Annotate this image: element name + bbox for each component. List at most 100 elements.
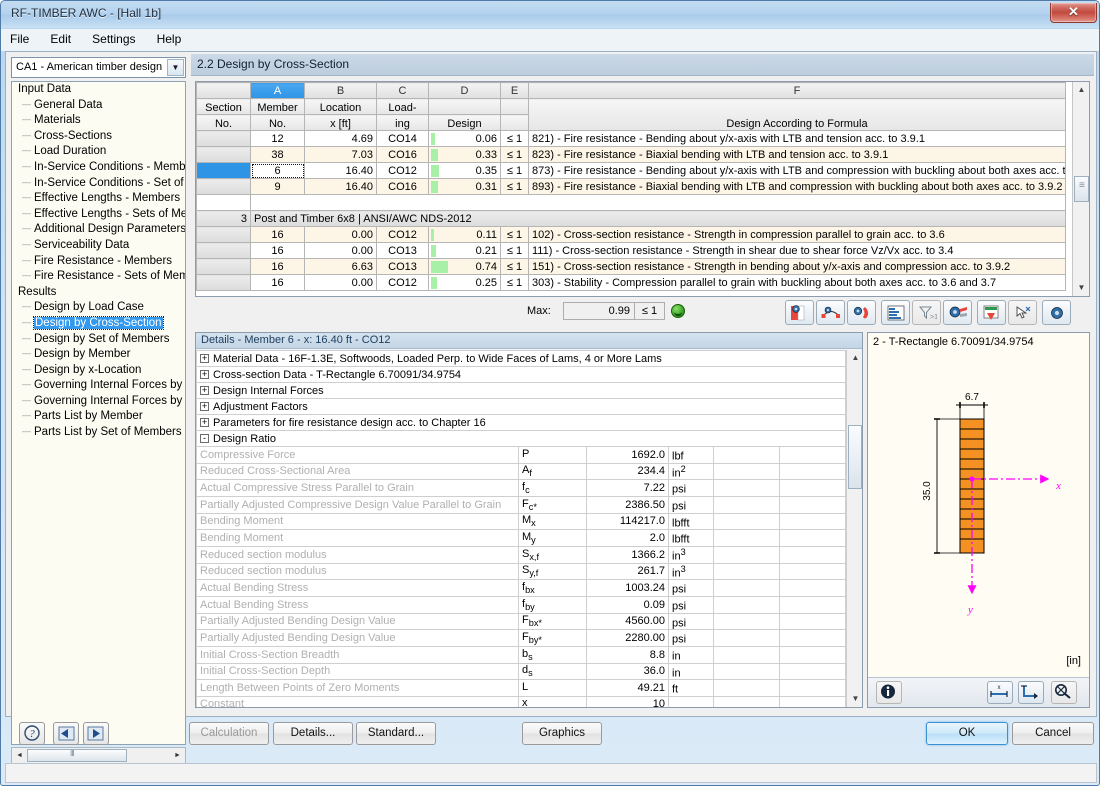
sidebar-item-cross-sections[interactable]: Cross-Sections <box>12 128 185 145</box>
dimension-x-button[interactable]: x <box>987 681 1013 704</box>
graphics-button[interactable]: Graphics <box>522 722 602 745</box>
cell-section-no[interactable] <box>196 258 251 275</box>
sidebar-item-in-service-conditions-set[interactable]: In-Service Conditions - Set of M <box>12 175 185 192</box>
table-row[interactable]: 6 16.40 CO12 0.35 ≤ 1 873) - Fire resist… <box>196 162 1066 179</box>
cell-location[interactable]: 4.69 <box>304 130 377 147</box>
details-group-cell[interactable]: + Parameters for fire resistance design a… <box>196 414 847 431</box>
cell-member-no[interactable]: 16 <box>250 242 305 259</box>
expander-icon[interactable]: + <box>200 354 209 364</box>
details-row[interactable]: Compressive Force P 1692.0 lbf <box>196 446 847 464</box>
sidebar-item-general-data[interactable]: General Data <box>12 97 185 114</box>
details-row[interactable]: Reduced section modulus Sx,f 1366.2 in3 <box>196 545 847 564</box>
details-row[interactable]: Bending Moment Mx 114217.0 lbfft <box>196 512 847 531</box>
cell-section-no[interactable] <box>196 162 251 179</box>
menu-file[interactable]: File <box>1 29 38 49</box>
details-group-row[interactable]: - Design Ratio <box>196 430 847 447</box>
cell-design[interactable]: 0.25 <box>428 274 501 291</box>
cell-location[interactable]: 6.63 <box>304 258 377 275</box>
details-group-cell[interactable]: + Adjustment Factors <box>196 398 847 415</box>
details-row[interactable]: Reduced Cross-Sectional Area Af 234.4 in2 <box>196 462 847 481</box>
sidebar-item-design-by-cross-section[interactable]: Design by Cross-Section <box>12 315 185 332</box>
cell-loading[interactable]: CO16 <box>376 178 429 195</box>
help-button[interactable]: ? <box>19 722 45 745</box>
table-row[interactable]: 38 7.03 CO16 0.33 ≤ 1 823) - Fire resist… <box>196 146 1066 163</box>
info-button[interactable] <box>876 681 902 704</box>
details-group-row[interactable]: + Design Internal Forces <box>196 382 847 399</box>
details-row[interactable]: Initial Cross-Section Depth ds 36.0 in <box>196 662 847 681</box>
table-row[interactable]: 9 16.40 CO16 0.31 ≤ 1 893) - Fire resist… <box>196 178 1066 195</box>
dimension-offset-button[interactable] <box>1018 681 1044 704</box>
result-diagram-button[interactable] <box>816 300 845 325</box>
sidebar-item-fire-resistance-sets[interactable]: Fire Resistance - Sets of Membe <box>12 268 185 285</box>
sidebar-item-parts-list-by-set-of-members[interactable]: Parts List by Set of Members <box>12 424 185 441</box>
details-group-row[interactable]: + Cross-section Data - T-Rectangle 6.7009… <box>196 366 847 383</box>
cell-location[interactable]: 16.40 <box>304 162 377 179</box>
visibility-button[interactable] <box>943 300 972 325</box>
cell-loading[interactable]: CO14 <box>376 130 429 147</box>
table-row[interactable]: 16 0.00 CO12 0.25 ≤ 1 303) - Stability -… <box>196 274 1066 291</box>
cell-design[interactable]: 0.21 <box>428 242 501 259</box>
cell-design[interactable]: 0.33 <box>428 146 501 163</box>
fire-design-button[interactable] <box>847 300 876 325</box>
cell-section-no[interactable] <box>196 274 251 291</box>
cell-section-no[interactable]: 3 <box>196 210 251 227</box>
cell-location[interactable]: 0.00 <box>304 274 377 291</box>
details-group-row[interactable]: + Parameters for fire resistance design a… <box>196 414 847 431</box>
table-row[interactable]: 16 0.00 CO13 0.21 ≤ 1 111) - Cross-secti… <box>196 242 1066 259</box>
details-group-cell[interactable]: - Design Ratio <box>196 430 847 447</box>
sidebar-item-governing-internal-forces-by-member[interactable]: Governing Internal Forces by M <box>12 377 185 394</box>
cell-member-no[interactable]: 16 <box>250 274 305 291</box>
sidebar-item-design-by-load-case[interactable]: Design by Load Case <box>12 299 185 316</box>
cross-section-graphics-panel[interactable]: 2 - T-Rectangle 6.70091/34.9754 6.7 35.0… <box>867 332 1090 708</box>
cell-location[interactable]: 7.03 <box>304 146 377 163</box>
standard-button[interactable]: Standard... <box>356 722 436 745</box>
table-row[interactable]: 16 6.63 CO13 0.74 ≤ 1 151) - Cross-secti… <box>196 258 1066 275</box>
cell-location[interactable]: 0.00 <box>304 226 377 243</box>
col-letter-c[interactable]: C <box>376 82 429 99</box>
close-button[interactable]: ✕ <box>1050 3 1097 23</box>
details-row[interactable]: Reduced section modulus Sy,f 261.7 in3 <box>196 562 847 581</box>
details-group-cell[interactable]: + Material Data - 16F-1.3E, Softwoods, Lo… <box>196 350 847 367</box>
cell-section-no[interactable] <box>196 130 251 147</box>
cell-loading[interactable]: CO13 <box>376 242 429 259</box>
table-row[interactable]: 12 4.69 CO14 0.06 ≤ 1 821) - Fire resist… <box>196 130 1066 147</box>
cell-design[interactable]: 0.06 <box>428 130 501 147</box>
col-letter-f[interactable]: F <box>528 82 1066 99</box>
cell-loading[interactable]: CO13 <box>376 258 429 275</box>
expander-icon[interactable]: + <box>200 418 209 428</box>
details-row[interactable]: Partially Adjusted Compressive Design Va… <box>196 495 847 514</box>
cell-section-no[interactable] <box>196 226 251 243</box>
sidebar-item-additional-design-parameters[interactable]: Additional Design Parameters <box>12 221 185 238</box>
sidebar-item-fire-resistance-members[interactable]: Fire Resistance - Members <box>12 253 185 270</box>
expander-icon[interactable]: - <box>200 434 209 444</box>
details-row[interactable]: Actual Compressive Stress Parallel to Gr… <box>196 479 847 497</box>
col-letter-e[interactable]: E <box>500 82 529 99</box>
filter-button[interactable]: >1 <box>912 300 941 325</box>
design-case-combobox[interactable]: CA1 - American timber design ▼ <box>11 57 186 78</box>
col-letter-d[interactable]: D <box>428 82 501 99</box>
cancel-button[interactable]: Cancel <box>1012 722 1094 745</box>
details-vertical-scrollbar[interactable]: ▲ ▼ <box>846 350 862 707</box>
details-group-cell[interactable]: + Cross-section Data - T-Rectangle 6.7009… <box>196 366 847 383</box>
details-row[interactable]: Actual Bending Stress fbx 1003.24 psi <box>196 579 847 597</box>
calculation-button[interactable]: Calculation <box>189 722 269 745</box>
sidebar-item-effective-lengths-sets[interactable]: Effective Lengths - Sets of Mem <box>12 206 185 223</box>
results-vertical-scrollbar[interactable]: ▲ ▼ <box>1072 82 1089 296</box>
cell-design[interactable]: 0.31 <box>428 178 501 195</box>
details-group-row[interactable]: + Material Data - 16F-1.3E, Softwoods, Lo… <box>196 350 847 367</box>
results-table[interactable]: A B C D E F Section Member Location Load… <box>195 81 1090 297</box>
sidebar-item-load-duration[interactable]: Load Duration <box>12 143 185 160</box>
cell-member-no[interactable]: 9 <box>250 178 305 195</box>
sidebar-item-design-by-member[interactable]: Design by Member <box>12 346 185 363</box>
cell-loading[interactable]: CO12 <box>376 274 429 291</box>
ok-button[interactable]: OK <box>926 722 1008 745</box>
scroll-down-arrow-icon[interactable]: ▼ <box>1073 280 1089 296</box>
cell-location[interactable]: 16.40 <box>304 178 377 195</box>
scroll-down-arrow-icon[interactable]: ▼ <box>847 691 864 707</box>
sidebar-item-design-by-x-location[interactable]: Design by x-Location <box>12 362 185 379</box>
cell-member-no[interactable]: 16 <box>250 226 305 243</box>
details-row[interactable]: Actual Bending Stress fby 0.09 psi <box>196 595 847 614</box>
cell-section-no[interactable] <box>196 146 251 163</box>
col-letter-b[interactable]: B <box>304 82 377 99</box>
sidebar-item-effective-lengths-members[interactable]: Effective Lengths - Members <box>12 190 185 207</box>
